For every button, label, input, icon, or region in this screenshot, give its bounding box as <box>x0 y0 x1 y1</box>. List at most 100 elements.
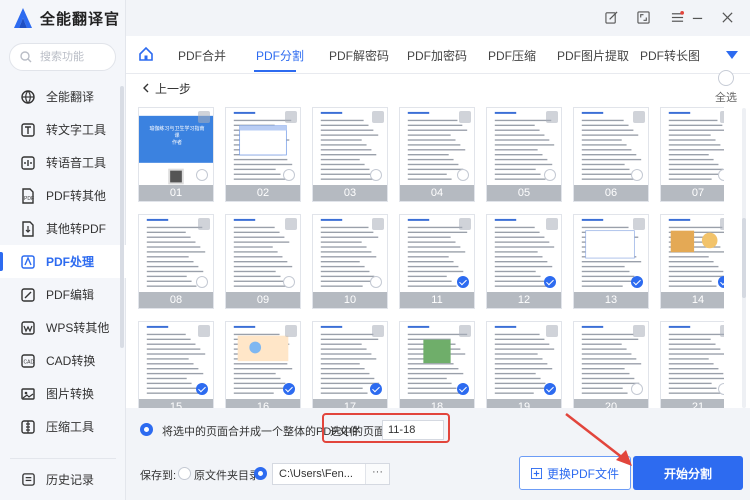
page-select-checkbox[interactable] <box>718 169 724 181</box>
zoom-icon[interactable] <box>459 325 471 337</box>
edit-icon[interactable] <box>604 10 618 24</box>
page-select-checkbox[interactable] <box>457 276 469 288</box>
zoom-icon[interactable] <box>285 325 297 337</box>
zoom-icon[interactable] <box>285 111 297 123</box>
page-select-checkbox[interactable] <box>196 169 208 181</box>
sidebar-item-1[interactable]: 全能翻译 <box>0 80 126 113</box>
zoom-icon[interactable] <box>720 111 724 123</box>
sidebar-item-7[interactable]: PDF编辑 <box>0 278 126 311</box>
page-thumbnail[interactable]: 瑜伽练习与卫生学习指南课作者 01 <box>138 107 214 202</box>
sidebar-item-9[interactable]: CAD CAD转换 <box>0 344 126 377</box>
tab-7[interactable]: PDF转长图 <box>640 47 700 64</box>
page-select-checkbox[interactable] <box>718 276 724 288</box>
zoom-icon[interactable] <box>720 218 724 230</box>
page-thumbnail[interactable]: 08 <box>138 214 214 309</box>
select-all-checkbox[interactable] <box>718 70 734 86</box>
page-thumbnail[interactable]: 15 <box>138 321 214 408</box>
tab-1[interactable]: PDF合并 <box>178 47 226 64</box>
zoom-icon[interactable] <box>546 218 558 230</box>
page-thumbnail[interactable]: 16 <box>225 321 301 408</box>
zoom-icon[interactable] <box>198 218 210 230</box>
page-select-checkbox[interactable] <box>196 276 208 288</box>
page-select-checkbox[interactable] <box>544 383 556 395</box>
sidebar-item-5[interactable]: 其他转PDF <box>0 212 126 245</box>
browse-button[interactable]: ··· <box>365 464 389 484</box>
page-select-checkbox[interactable] <box>718 383 724 395</box>
selected-pages-input[interactable]: 11-18 <box>382 420 444 440</box>
change-pdf-button[interactable]: 更换PDF文件 <box>519 456 631 490</box>
page-thumbnail[interactable]: 11 <box>399 214 475 309</box>
page-thumbnail[interactable]: 07 <box>660 107 724 202</box>
back-button[interactable]: 上一步 <box>142 80 191 97</box>
tab-4[interactable]: PDF加密码 <box>407 47 467 64</box>
tab-2[interactable]: PDF分割 <box>256 47 304 64</box>
page-select-checkbox[interactable] <box>370 276 382 288</box>
sidebar-item-history[interactable]: 历史记录 <box>0 463 126 496</box>
page-select-checkbox[interactable] <box>457 169 469 181</box>
zoom-icon[interactable] <box>372 111 384 123</box>
zoom-icon[interactable] <box>546 111 558 123</box>
page-thumbnail[interactable]: 10 <box>312 214 388 309</box>
zoom-icon[interactable] <box>633 325 645 337</box>
page-select-checkbox[interactable] <box>544 276 556 288</box>
sidebar-scrollbar[interactable] <box>120 86 124 348</box>
page-thumbnail[interactable]: 05 <box>486 107 562 202</box>
page-thumbnail[interactable]: 04 <box>399 107 475 202</box>
page-select-checkbox[interactable] <box>370 169 382 181</box>
zoom-icon[interactable] <box>285 218 297 230</box>
tab-6[interactable]: PDF图片提取 <box>557 47 629 64</box>
page-thumbnail[interactable]: 19 <box>486 321 562 408</box>
page-thumbnail[interactable]: 14 <box>660 214 724 309</box>
page-thumbnail[interactable]: 21 <box>660 321 724 408</box>
sidebar-item-2[interactable]: 转文字工具 <box>0 113 126 146</box>
fullscreen-icon[interactable] <box>636 10 650 24</box>
home-icon[interactable] <box>138 46 154 65</box>
merge-radio[interactable] <box>140 423 153 436</box>
page-select-checkbox[interactable] <box>631 276 643 288</box>
source-folder-label[interactable]: 原文件夹目录 <box>194 467 260 483</box>
select-all-label[interactable]: 全选 <box>715 89 737 105</box>
zoom-icon[interactable] <box>372 218 384 230</box>
tabs-more-icon[interactable] <box>725 49 739 63</box>
page-select-checkbox[interactable] <box>544 169 556 181</box>
page-select-checkbox[interactable] <box>631 383 643 395</box>
sidebar-item-6[interactable]: PDF处理 <box>0 245 126 278</box>
sidebar-item-8[interactable]: WPS转其他 <box>0 311 126 344</box>
page-thumbnail[interactable]: 20 <box>573 321 649 408</box>
close-icon[interactable] <box>720 10 734 24</box>
zoom-icon[interactable] <box>720 325 724 337</box>
grid-scrollbar[interactable] <box>742 108 746 408</box>
zoom-icon[interactable] <box>459 218 471 230</box>
zoom-icon[interactable] <box>198 325 210 337</box>
page-thumbnail[interactable]: 02 <box>225 107 301 202</box>
zoom-icon[interactable] <box>546 325 558 337</box>
tab-5[interactable]: PDF压缩 <box>488 47 536 64</box>
page-select-checkbox[interactable] <box>283 383 295 395</box>
source-folder-radio[interactable] <box>178 467 191 480</box>
page-select-checkbox[interactable] <box>196 383 208 395</box>
page-thumbnail[interactable]: 06 <box>573 107 649 202</box>
page-select-checkbox[interactable] <box>283 169 295 181</box>
zoom-icon[interactable] <box>633 218 645 230</box>
sidebar-item-10[interactable]: 图片转换 <box>0 377 126 410</box>
tab-3[interactable]: PDF解密码 <box>329 47 389 64</box>
zoom-icon[interactable] <box>372 325 384 337</box>
page-select-checkbox[interactable] <box>283 276 295 288</box>
start-split-button[interactable]: 开始分割 <box>633 456 743 490</box>
page-thumbnail[interactable]: 03 <box>312 107 388 202</box>
page-thumbnail[interactable]: 13 <box>573 214 649 309</box>
page-select-checkbox[interactable] <box>370 383 382 395</box>
page-thumbnail[interactable]: 12 <box>486 214 562 309</box>
menu-icon[interactable] <box>670 10 684 24</box>
page-thumbnail[interactable]: 17 <box>312 321 388 408</box>
minimize-icon[interactable] <box>690 10 704 24</box>
zoom-icon[interactable] <box>198 111 210 123</box>
page-thumbnail[interactable]: 09 <box>225 214 301 309</box>
zoom-icon[interactable] <box>459 111 471 123</box>
page-thumbnail[interactable]: 18 <box>399 321 475 408</box>
zoom-icon[interactable] <box>633 111 645 123</box>
custom-path-radio[interactable] <box>254 467 267 480</box>
page-select-checkbox[interactable] <box>631 169 643 181</box>
sidebar-item-4[interactable]: PDF PDF转其他 <box>0 179 126 212</box>
sidebar-item-3[interactable]: 转语音工具 <box>0 146 126 179</box>
